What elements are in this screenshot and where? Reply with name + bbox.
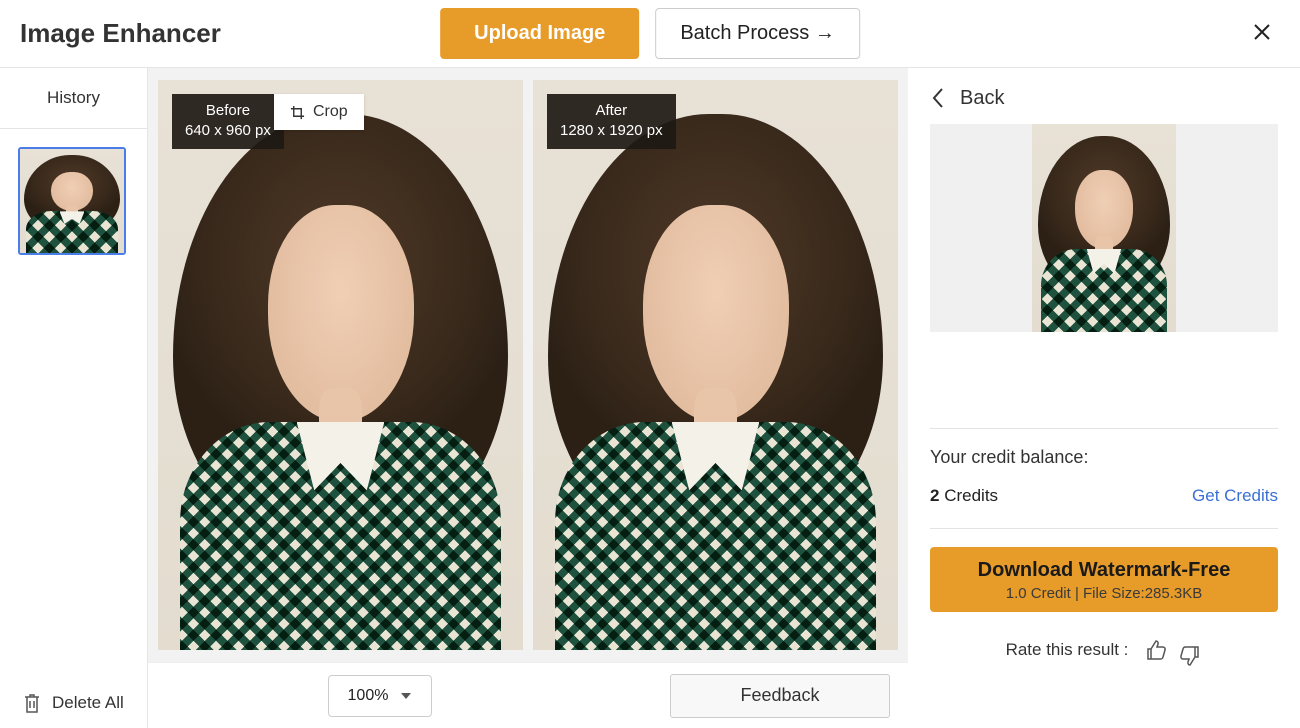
crop-icon — [290, 105, 305, 120]
preview-image — [1032, 124, 1176, 332]
after-badge: After 1280 x 1920 px — [547, 94, 676, 149]
credit-balance-label: Your credit balance: — [930, 447, 1278, 468]
app-title: Image Enhancer — [20, 18, 221, 49]
result-preview — [930, 124, 1278, 332]
download-button[interactable]: Download Watermark-Free 1.0 Credit | Fil… — [930, 547, 1278, 612]
rate-label: Rate this result : — [1006, 640, 1129, 660]
history-thumbnail[interactable] — [18, 147, 126, 255]
close-icon — [1252, 22, 1272, 42]
thumbs-down-icon[interactable] — [1178, 644, 1202, 668]
close-button[interactable] — [1248, 18, 1276, 46]
zoom-dropdown[interactable]: 100% — [328, 675, 432, 717]
compare-area: Before 640 x 960 px Crop After 1280 x 19… — [148, 68, 908, 728]
after-pane: After 1280 x 1920 px — [533, 80, 898, 662]
credit-count: 2 Credits — [930, 486, 998, 506]
tab-history[interactable]: History — [0, 68, 147, 129]
sidebar: History Delete All — [0, 68, 148, 728]
before-badge: Before 640 x 960 px — [172, 94, 284, 149]
back-button[interactable]: Back — [930, 86, 1278, 110]
get-credits-link[interactable]: Get Credits — [1192, 486, 1278, 506]
before-image — [158, 80, 523, 650]
upload-image-button[interactable]: Upload Image — [440, 8, 639, 59]
chevron-down-icon — [400, 691, 412, 701]
trash-icon — [22, 692, 42, 714]
after-image — [533, 80, 898, 650]
batch-process-button[interactable]: Batch Process → — [655, 8, 860, 59]
right-panel: Back Your credit balance: 2 Credits Get … — [908, 68, 1300, 728]
zoom-value: 100% — [348, 687, 389, 705]
divider — [930, 428, 1278, 429]
delete-all-label: Delete All — [52, 693, 124, 713]
thumbnail-image — [20, 149, 124, 253]
download-title: Download Watermark-Free — [930, 559, 1278, 582]
crop-button[interactable]: Crop — [274, 94, 364, 130]
back-label: Back — [960, 87, 1004, 110]
divider — [930, 528, 1278, 529]
thumbs-up-icon[interactable] — [1144, 638, 1168, 662]
before-pane: Before 640 x 960 px Crop — [158, 80, 523, 662]
delete-all-button[interactable]: Delete All — [0, 678, 147, 728]
download-subtitle: 1.0 Credit | File Size:285.3KB — [930, 585, 1278, 602]
feedback-button[interactable]: Feedback — [670, 674, 890, 718]
chevron-left-icon — [930, 86, 946, 110]
crop-label: Crop — [313, 103, 348, 121]
